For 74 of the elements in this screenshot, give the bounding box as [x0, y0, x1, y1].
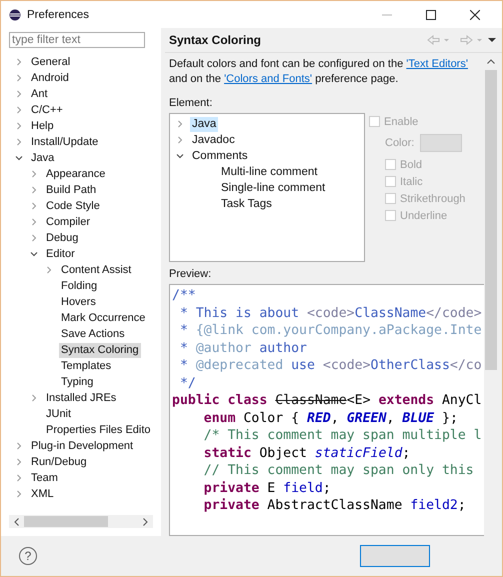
code-line: // This comment may span only this [202, 462, 475, 480]
tree-item[interactable]: Typing [59, 374, 96, 390]
tree-item[interactable]: Help [29, 118, 56, 134]
tree-item[interactable]: Plug-in Development [29, 438, 136, 454]
maximize-icon[interactable] [426, 10, 436, 20]
tree-item[interactable]: Task Tags [219, 196, 274, 212]
tree-item[interactable]: Comments [190, 148, 250, 164]
tree-item[interactable]: Mark Occurrence [59, 310, 148, 326]
tree-item[interactable]: XML [29, 486, 56, 502]
navigation-arrows-icon[interactable] [426, 35, 496, 45]
colors-and-fonts-link[interactable]: 'Colors and Fonts' [224, 73, 312, 85]
tree-item[interactable]: General [29, 54, 72, 70]
help-button[interactable]: ? [19, 547, 37, 565]
app-logo-icon [9, 8, 21, 20]
enable-label: Enable [384, 116, 418, 128]
tree-item[interactable]: Install/Update [29, 134, 100, 150]
code-line: private AbstractClassName field2; [202, 497, 467, 514]
code-line: /* This comment may span multiple l [202, 427, 483, 444]
code-line: * @author author [178, 340, 308, 357]
tree-item[interactable]: Single-line comment [219, 180, 328, 196]
tree-item[interactable]: Hovers [59, 294, 98, 310]
horizontal-scrollbar[interactable] [9, 515, 153, 528]
tree-item[interactable]: Ant [29, 86, 50, 102]
color-button[interactable] [420, 134, 462, 152]
tree-item[interactable]: Java [29, 150, 56, 166]
window-title: Preferences [27, 8, 90, 20]
checkbox[interactable] [385, 193, 396, 204]
tree-item[interactable]: Syntax Coloring [59, 342, 141, 358]
element-tree[interactable]: Java Javadoc Comments Multi-line comment Single-line comment Task Tags [169, 113, 365, 262]
tree-item[interactable]: Build Path [44, 182, 98, 198]
code-line: enum Color { RED, GREEN, BLUE }; [202, 410, 459, 427]
tree-item[interactable]: Installed JREs [44, 390, 118, 406]
preview-label: Preview: [169, 268, 212, 280]
tree-item[interactable]: Android [29, 70, 71, 86]
tree-item[interactable]: Editor [44, 246, 77, 262]
tree-item[interactable]: Appearance [44, 166, 108, 182]
description-text: Default colors and font can be configured on the 'Text Editors' and on the 'Colors and Fonts' preference page. [169, 57, 469, 87]
code-line: public class ClassName<E> extends AnyCl [172, 392, 483, 410]
style-label: Bold [400, 158, 422, 170]
checkbox[interactable] [385, 159, 396, 170]
code-line: static Object staticField; [202, 444, 412, 462]
tree-item[interactable]: Compiler [44, 214, 92, 230]
tree-item[interactable]: Folding [59, 278, 100, 294]
color-label: Color: [385, 137, 414, 149]
tree-item[interactable]: JUnit [44, 406, 74, 422]
close-icon[interactable] [470, 10, 480, 20]
text-editors-link[interactable]: 'Text Editors' [406, 58, 468, 70]
tree-item[interactable]: Save Actions [59, 326, 127, 342]
code-line: /** [172, 287, 197, 304]
tree-item[interactable]: Templates [59, 358, 114, 374]
style-label: Italic [400, 176, 423, 188]
tree-item[interactable]: Team [29, 470, 60, 486]
style-label: Underline [400, 210, 448, 222]
element-label: Element: [169, 97, 214, 109]
code-line: * @deprecated use <code>OtherClass</co [178, 357, 483, 374]
code-line: */ [178, 374, 197, 392]
code-line: * This is about <code>ClassName</code> [178, 304, 483, 322]
tree-item[interactable]: Properties Files Edito [44, 422, 153, 438]
tree-item[interactable]: Java [190, 116, 218, 132]
tree-item[interactable]: C/C++ [29, 102, 65, 118]
filter-field[interactable]: type filter text [9, 32, 145, 48]
tree-item[interactable]: Debug [44, 230, 80, 246]
tree-item[interactable]: Run/Debug [29, 454, 89, 470]
tree-item[interactable]: Javadoc [190, 132, 237, 148]
tree-item[interactable]: Content Assist [59, 262, 134, 278]
tree-item[interactable]: Multi-line comment [219, 164, 320, 180]
dialog-button[interactable] [360, 545, 430, 567]
style-label: Strikethrough [400, 192, 466, 204]
checkbox[interactable] [385, 210, 396, 221]
page-title: Syntax Coloring [169, 33, 262, 47]
tree-item[interactable]: Code Style [44, 198, 102, 214]
code-line: private E field; [202, 480, 332, 497]
checkbox[interactable] [385, 176, 396, 187]
code-line: * {@link com.yourCompany.aPackage.Inte [178, 322, 483, 340]
